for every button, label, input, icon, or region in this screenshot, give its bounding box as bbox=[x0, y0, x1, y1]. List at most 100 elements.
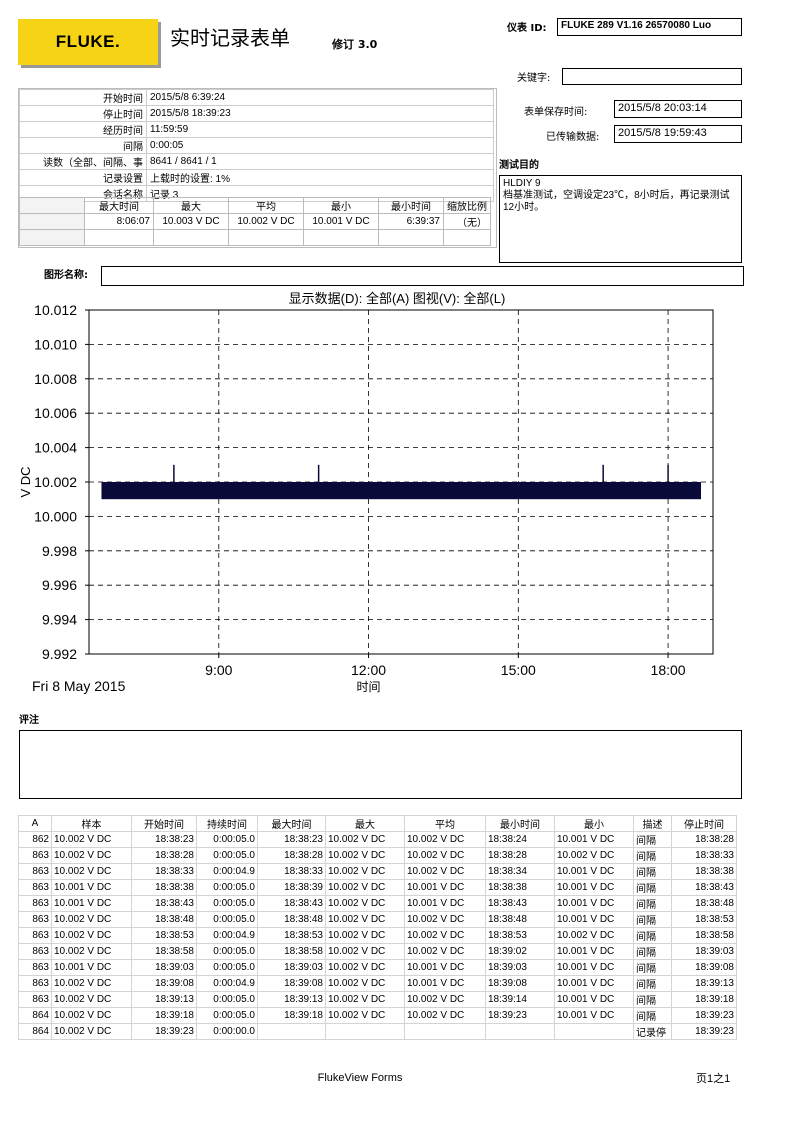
y-tick-label: 10.002 bbox=[34, 474, 77, 490]
comments-field[interactable] bbox=[19, 730, 742, 799]
table-cell: 10.001 V DC bbox=[554, 959, 634, 976]
table-cell: 18:38:39 bbox=[257, 879, 326, 896]
info-row: 开始时间 2015/5/8 6:39:24 bbox=[19, 89, 494, 106]
table-cell: 间隔 bbox=[633, 927, 672, 944]
table-cell: 18:38:53 bbox=[671, 911, 737, 928]
table-cell: 863 bbox=[18, 879, 52, 896]
table-cell: 10.002 V DC bbox=[325, 911, 405, 928]
table-cell: 18:39:23 bbox=[671, 1023, 737, 1040]
stats-cell: 8:06:07 bbox=[84, 213, 154, 230]
stats-cell bbox=[303, 229, 379, 246]
transfer-field[interactable]: 2015/5/8 19:59:43 bbox=[614, 125, 742, 143]
y-tick-label: 10.012 bbox=[34, 302, 77, 318]
stats-empty-row bbox=[19, 229, 491, 246]
table-cell: 18:38:53 bbox=[485, 927, 555, 944]
table-cell: 18:38:58 bbox=[671, 927, 737, 944]
y-tick-label: 10.000 bbox=[34, 508, 77, 524]
table-cell: 18:38:48 bbox=[131, 911, 197, 928]
info-value: 2015/5/8 18:39:23 bbox=[146, 105, 494, 122]
info-value: 上载时的设置: 1% bbox=[146, 169, 494, 186]
table-cell: 863 bbox=[18, 959, 52, 976]
table-header-cell: 平均 bbox=[404, 815, 486, 832]
info-value: 11:59:59 bbox=[146, 121, 494, 138]
data-band bbox=[101, 482, 702, 500]
stats-table: 最大时间 最大 平均 最小 最小时间 缩放比例 8:06:07 10.003 V… bbox=[19, 197, 491, 246]
table-cell: 0:00:05.0 bbox=[196, 943, 258, 960]
table-cell: 0:00:04.9 bbox=[196, 863, 258, 880]
table-cell: 10.001 V DC bbox=[404, 975, 486, 992]
y-axis-label: V DC bbox=[18, 466, 33, 497]
table-cell: 18:39:14 bbox=[485, 991, 555, 1008]
info-label: 读数（全部、间隔、事 bbox=[19, 153, 147, 170]
keyword-field[interactable] bbox=[562, 68, 742, 85]
info-row: 停止时间 2015/5/8 18:39:23 bbox=[19, 105, 494, 122]
table-cell: 18:39:02 bbox=[485, 943, 555, 960]
table-cell: 18:39:08 bbox=[485, 975, 555, 992]
table-cell: 10.001 V DC bbox=[554, 895, 634, 912]
table-cell: 间隔 bbox=[633, 991, 672, 1008]
table-cell: 间隔 bbox=[633, 943, 672, 960]
table-cell: 18:39:03 bbox=[131, 959, 197, 976]
table-cell: 18:39:08 bbox=[131, 975, 197, 992]
table-cell: 18:38:28 bbox=[257, 847, 326, 864]
stats-cell: 10.002 V DC bbox=[228, 213, 304, 230]
table-cell: 10.001 V DC bbox=[51, 959, 132, 976]
info-row: 读数（全部、间隔、事 8641 / 8641 / 1 bbox=[19, 153, 494, 170]
instrument-id-field[interactable]: FLUKE 289 V1.16 26570080 Luo bbox=[557, 18, 742, 36]
table-cell: 18:38:43 bbox=[485, 895, 555, 912]
table-header-cell: 最大 bbox=[325, 815, 405, 832]
table-cell: 10.002 V DC bbox=[325, 975, 405, 992]
table-cell: 10.002 V DC bbox=[404, 927, 486, 944]
table-cell: 863 bbox=[18, 991, 52, 1008]
table-cell: 记录停 bbox=[633, 1023, 672, 1040]
table-cell: 0:00:05.0 bbox=[196, 911, 258, 928]
table-row: 863 10.001 V DC 18:39:03 0:00:05.0 18:39:03 1… bbox=[18, 959, 737, 976]
table-cell: 0:00:05.0 bbox=[196, 959, 258, 976]
keyword-label: 关键字: bbox=[517, 73, 551, 84]
table-header-row: A 样本 开始时间 持续时间 最大时间 最大 平均 最小时间 最小 描述 停止时间 bbox=[18, 815, 737, 832]
stats-row-handle bbox=[19, 229, 85, 246]
table-cell: 18:39:08 bbox=[671, 959, 737, 976]
info-value: 8641 / 8641 / 1 bbox=[146, 153, 494, 170]
stats-cell bbox=[84, 229, 154, 246]
table-cell: 10.001 V DC bbox=[554, 911, 634, 928]
table-cell: 863 bbox=[18, 847, 52, 864]
purpose-field[interactable]: HLDIY 9 档基准测试，空调设定23℃，8小时后，再记录测试12小时。 bbox=[499, 175, 742, 263]
graph-name-field[interactable] bbox=[101, 266, 744, 286]
table-header-cell: 最小 bbox=[554, 815, 634, 832]
table-cell: 10.001 V DC bbox=[404, 959, 486, 976]
table-cell: 18:38:38 bbox=[671, 863, 737, 880]
table-cell bbox=[257, 1023, 326, 1040]
y-tick-label: 9.998 bbox=[42, 543, 77, 559]
table-row: 864 10.002 V DC 18:39:18 0:00:05.0 18:39:18 1… bbox=[18, 1007, 737, 1024]
x-tick-label: 15:00 bbox=[501, 662, 536, 678]
table-cell: 间隔 bbox=[633, 879, 672, 896]
table-cell: 10.002 V DC bbox=[51, 847, 132, 864]
table-cell: 0:00:04.9 bbox=[196, 975, 258, 992]
table-cell: 18:38:58 bbox=[257, 943, 326, 960]
stats-cell bbox=[378, 229, 444, 246]
table-cell: 10.001 V DC bbox=[554, 943, 634, 960]
table-cell: 10.002 V DC bbox=[51, 831, 132, 848]
purpose-line: HLDIY 9 bbox=[503, 178, 541, 189]
table-row: 863 10.002 V DC 18:39:08 0:00:04.9 18:39:08 1… bbox=[18, 975, 737, 992]
table-cell: 10.002 V DC bbox=[51, 1007, 132, 1024]
stats-header: 最大 bbox=[153, 197, 229, 214]
table-cell: 18:38:43 bbox=[257, 895, 326, 912]
table-cell: 18:39:23 bbox=[131, 1023, 197, 1040]
table-cell: 10.002 V DC bbox=[51, 991, 132, 1008]
stats-header: 最大时间 bbox=[84, 197, 154, 214]
table-cell: 间隔 bbox=[633, 959, 672, 976]
table-cell: 18:38:38 bbox=[485, 879, 555, 896]
table-row: 862 10.002 V DC 18:38:23 0:00:05.0 18:38:23 1… bbox=[18, 831, 737, 848]
table-cell: 10.002 V DC bbox=[404, 943, 486, 960]
table-header-cell: 持续时间 bbox=[196, 815, 258, 832]
table-cell: 18:38:33 bbox=[671, 847, 737, 864]
stats-cell bbox=[443, 229, 491, 246]
session-info-panel: 开始时间 2015/5/8 6:39:24 停止时间 2015/5/8 18:39:2… bbox=[18, 88, 497, 248]
save-time-field[interactable]: 2015/5/8 20:03:14 bbox=[614, 100, 742, 118]
table-cell: 864 bbox=[18, 1007, 52, 1024]
table-row: 863 10.002 V DC 18:39:13 0:00:05.0 18:39:13 1… bbox=[18, 991, 737, 1008]
table-cell: 10.002 V DC bbox=[404, 1007, 486, 1024]
stats-header: 平均 bbox=[228, 197, 304, 214]
